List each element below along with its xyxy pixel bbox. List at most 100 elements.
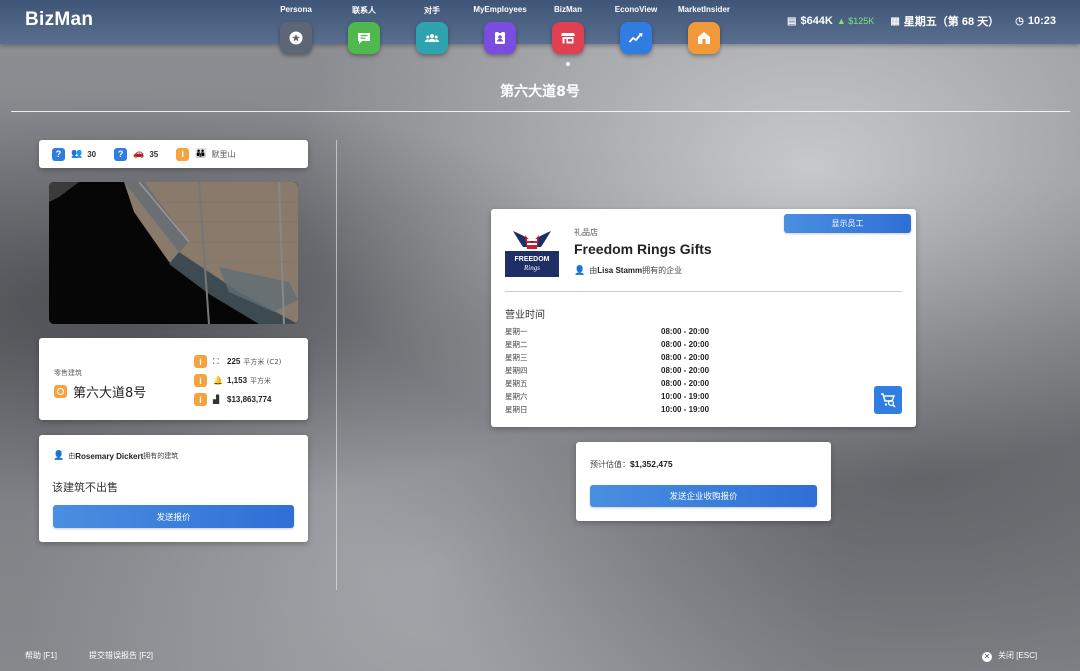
house-icon[interactable] <box>688 22 720 54</box>
building-name: 第六大道8号 <box>73 386 147 401</box>
area-value: 1,153 <box>227 376 248 385</box>
owner-icon: 👤 <box>53 451 65 461</box>
calendar-icon: ▦ <box>890 15 900 27</box>
app-launcher: Persona 联系人 对手 MyEmployees BizMan EconoV… <box>262 5 738 54</box>
app-econoview[interactable]: EconoView <box>602 5 670 54</box>
send-acquisition-offer-button[interactable]: 发送企业收购报价 <box>590 485 817 507</box>
opening-hours: 星期一 08:00 - 20:00 星期二 08:00 - 20:00 星期三 08:… <box>505 325 735 416</box>
app-label: MarketInsider <box>677 5 731 14</box>
app-contacts[interactable]: 联系人 <box>330 5 398 54</box>
logo-text-line1: FREEDOM <box>515 256 550 263</box>
owner-prefix: 由 <box>68 452 76 460</box>
logo-text-line2: Rings <box>523 264 540 272</box>
cart-search-icon <box>881 393 896 408</box>
page-title: 第六大道8号 <box>500 84 580 100</box>
active-app-indicator <box>566 62 570 66</box>
hours-day: 星期二 <box>505 340 528 349</box>
owner-suffix: 拥有的建筑 <box>143 452 179 460</box>
hours-row: 星期六 10:00 - 19:00 <box>505 390 735 403</box>
badge-icon[interactable] <box>484 22 516 54</box>
star-icon[interactable] <box>280 22 312 54</box>
hours-day: 星期六 <box>505 392 528 401</box>
people-icon[interactable] <box>416 22 448 54</box>
owner-name[interactable]: Rosemary Dickert <box>75 452 143 461</box>
valuation-label: 预计估值： <box>590 460 630 469</box>
close-button[interactable]: ✕ 关闭 [ESC] <box>982 650 1037 662</box>
hours-row: 星期一 08:00 - 20:00 <box>505 325 735 338</box>
day-label: 星期五（第 68 天） <box>903 16 1000 28</box>
building-owner-line: 👤 由 Rosemary Dickert 拥有的建筑 <box>53 451 178 461</box>
chart-icon: ▟ <box>213 395 220 404</box>
clock-time: 10:23 <box>1027 15 1056 27</box>
app-label: EconoView <box>614 5 658 14</box>
valuation-card: 预计估值：$1,352,475 发送企业收购报价 <box>576 442 831 521</box>
bug-report-link[interactable]: 提交错误报告 [F2] <box>89 650 153 661</box>
hours-day: 星期三 <box>505 353 528 362</box>
building-specs: i ⛶ 225 平方米 (C2) i 🔔 1,153 平方米 i ▟ $13,8… <box>194 352 281 409</box>
app-competitors[interactable]: 对手 <box>398 5 466 54</box>
close-label: 关闭 [ESC] <box>998 651 1038 660</box>
info-icon[interactable]: i <box>194 393 207 406</box>
bug-report-label: 提交错误报告 [F2] <box>89 651 154 660</box>
send-offer-button[interactable]: 发送报价 <box>53 505 294 528</box>
app-market-insider[interactable]: MarketInsider <box>670 5 738 54</box>
building-preview-image <box>49 182 298 324</box>
brand-logo: BizMan <box>25 9 94 30</box>
business-logo: FREEDOM Rings <box>505 225 559 277</box>
building-owner-card: 👤 由 Rosemary Dickert 拥有的建筑 该建筑不出售 发送报价 <box>39 435 308 542</box>
info-icon[interactable]: i <box>194 374 207 387</box>
app-my-employees[interactable]: MyEmployees <box>466 5 534 54</box>
help-link[interactable]: 帮助 [F1] <box>25 650 57 661</box>
customers-stat: ? 👥 30 <box>52 147 97 161</box>
show-employees-button[interactable]: 显示员工 <box>784 214 911 233</box>
building-info-card: 零售建筑 第六大道8号 i ⛶ 225 平方米 (C2) i 🔔 1,153 平… <box>39 338 308 420</box>
size-unit: 平方米 (C2) <box>243 357 282 366</box>
owner-icon: 👤 <box>574 265 586 276</box>
help-icon[interactable]: ? <box>114 147 128 161</box>
clock-icon: ◷ <box>1015 15 1024 27</box>
owner-prefix: 由 <box>589 266 598 275</box>
district-stat: i 👪 默里山 <box>176 147 236 161</box>
app-bizman[interactable]: BizMan <box>534 5 602 54</box>
district-name: 默里山 <box>211 149 236 159</box>
building-name-row: 第六大道8号 <box>54 382 146 401</box>
cart-search-button[interactable] <box>874 386 902 414</box>
area-icon: ⛶ <box>213 356 219 366</box>
info-icon[interactable]: i <box>194 355 207 368</box>
owner-name[interactable]: Lisa Stamm <box>597 266 642 275</box>
hours-time: 08:00 - 20:00 <box>661 340 710 349</box>
hours-day: 星期日 <box>505 405 528 414</box>
top-bar: BizMan Persona 联系人 对手 MyEmployees BizMan… <box>0 0 1080 54</box>
traffic-stat: ? 🚗 35 <box>114 147 159 161</box>
title-divider <box>11 111 1070 112</box>
spec-traffic-area: i 🔔 1,153 平方米 <box>194 371 281 390</box>
valuation-line: 预计估值：$1,352,475 <box>590 459 673 470</box>
hours-time: 08:00 - 20:00 <box>661 327 710 336</box>
hours-row: 星期二 08:00 - 20:00 <box>505 338 735 351</box>
car-icon: 🚗 <box>133 149 145 159</box>
app-label: 联系人 <box>352 6 376 15</box>
business-owner-line: 👤 由 Lisa Stamm 拥有的企业 <box>574 265 682 276</box>
store-icon[interactable] <box>552 22 584 54</box>
size-value: 225 <box>227 357 241 366</box>
column-divider <box>336 140 337 590</box>
help-icon[interactable]: ? <box>52 147 65 161</box>
hours-day: 星期一 <box>505 327 528 336</box>
spec-price: i ▟ $13,863,774 <box>194 390 281 409</box>
business-card: 显示员工 FREEDOM Rings 礼品店 Freedom Rings Gif… <box>491 209 916 427</box>
valuation-value: $1,352,475 <box>630 459 673 469</box>
owner-suffix: 拥有的企业 <box>642 266 683 275</box>
location-icon <box>54 385 67 398</box>
trend-icon[interactable] <box>620 22 652 54</box>
traffic-value: 35 <box>149 149 159 159</box>
hours-time: 08:00 - 20:00 <box>661 366 710 375</box>
app-label: Persona <box>280 5 312 14</box>
close-icon: ✕ <box>982 651 992 662</box>
customers-value: 30 <box>87 149 97 159</box>
money-value: $644K <box>800 15 833 27</box>
money-icon: ▤ <box>787 15 797 27</box>
info-icon[interactable]: i <box>176 147 190 161</box>
money-gain: ▲ $125K <box>836 16 875 26</box>
app-persona[interactable]: Persona <box>262 5 330 54</box>
chat-icon[interactable] <box>348 22 380 54</box>
